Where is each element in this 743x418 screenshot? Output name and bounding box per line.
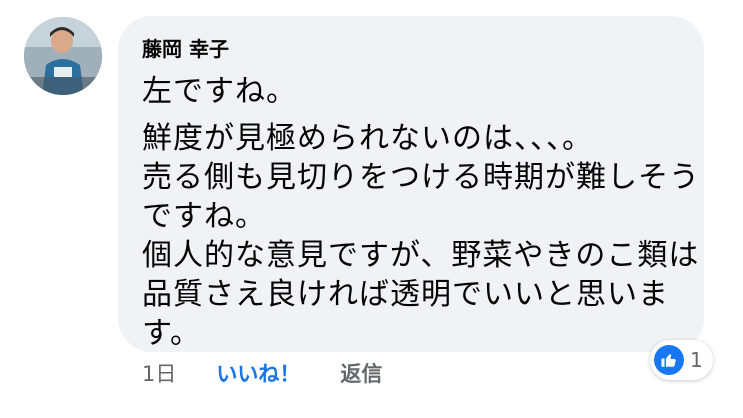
comment-line: 個人的な意見ですが、野菜やきのこ類は [142,238,700,273]
like-button[interactable]: いいね！ [216,358,300,388]
comment-line: 品質さえ良ければ透明でいいと思いま [142,277,669,312]
comment-actions: 1日 いいね！ 返信 [142,356,382,390]
comment-author[interactable]: 藤岡 幸子 [142,36,680,62]
comment-bubble: 藤岡 幸子 左ですね。 鮮度が見極められないのは、、、。 売る側も見切りをつける… [118,16,704,352]
reaction-count: 1 [690,348,703,372]
reply-button[interactable]: 返信 [340,358,382,388]
comment-line: 左ですね。 [142,74,297,109]
reaction-summary[interactable]: 1 [650,340,713,380]
comment-line: す。 [142,316,201,351]
comment-line: 売る側も見切りをつける時期が難しそう [142,160,700,195]
thumbs-up-icon [654,345,684,375]
comment-line: 鮮度が見極められないのは、、、。 [142,121,593,156]
avatar-photo [24,17,102,95]
comment-body: 左ですね。 鮮度が見極められないのは、、、。 売る側も見切りをつける時期が難しそ… [142,72,700,353]
avatar[interactable] [24,17,102,95]
comment-line: ですね。 [142,199,266,234]
comment-timestamp[interactable]: 1日 [142,358,176,388]
